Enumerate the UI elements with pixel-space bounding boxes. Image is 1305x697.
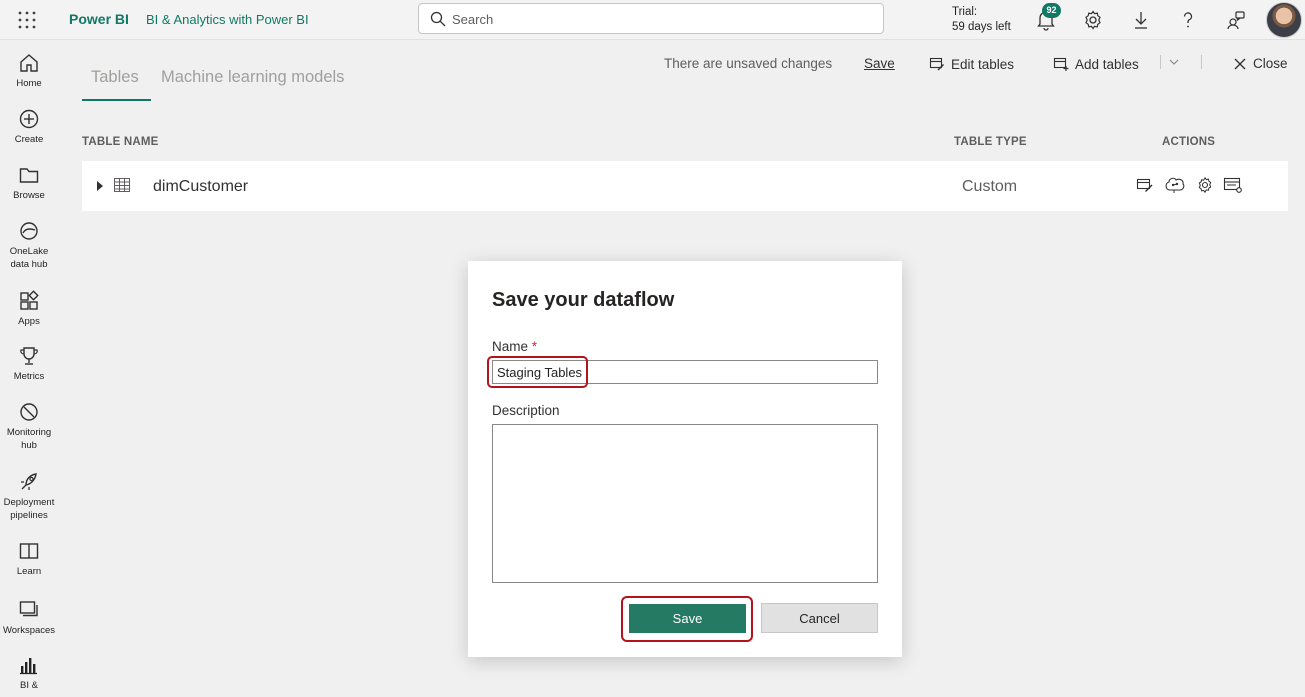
nav-item-label: Create [14, 134, 44, 145]
left-nav: Home Create Browse OneLake data hub Apps… [0, 41, 58, 697]
description-label: Description [492, 403, 560, 418]
description-field[interactable] [492, 424, 878, 583]
ai-insights-icon[interactable] [1164, 176, 1186, 194]
column-header-table-type: TABLE TYPE [954, 136, 1027, 148]
nav-item-learn[interactable]: Learn [0, 540, 58, 578]
nav-item-workspaces[interactable]: Workspaces [0, 599, 58, 637]
workspaces-icon [19, 601, 38, 617]
edit-table-icon [929, 57, 944, 71]
download-icon[interactable] [1129, 8, 1153, 32]
close-icon [1234, 58, 1246, 69]
search-icon [430, 11, 446, 27]
nav-item-metrics[interactable]: Metrics [0, 345, 58, 383]
home-icon [20, 54, 38, 72]
trial-days-left: 59 days left [952, 21, 1011, 33]
add-tables-label: Add tables [1075, 56, 1139, 72]
trophy-icon [20, 347, 38, 365]
share-feedback-icon[interactable] [1224, 8, 1248, 32]
table-icon [114, 178, 130, 192]
plus-circle-icon [19, 109, 39, 129]
add-table-icon [1053, 57, 1069, 71]
gear-icon[interactable] [1081, 8, 1105, 32]
folder-icon [19, 168, 39, 183]
brand-link[interactable]: Power BI [69, 11, 129, 27]
active-tab-indicator [82, 99, 151, 101]
search-input[interactable] [452, 9, 872, 29]
dialog-title: Save your dataflow [492, 289, 675, 311]
bar-chart-icon [20, 658, 37, 675]
properties-icon[interactable] [1223, 176, 1243, 194]
divider [1201, 55, 1202, 69]
nav-item-label: Learn [16, 566, 42, 577]
nav-item-label: BI & [20, 680, 38, 691]
column-header-actions: ACTIONS [1162, 136, 1216, 148]
table-type: Custom [962, 178, 1018, 195]
save-link[interactable]: Save [864, 56, 895, 71]
nav-item-label: Home [16, 78, 42, 89]
unsaved-changes-text: There are unsaved changes [664, 56, 833, 71]
tab-tables[interactable]: Tables [91, 68, 139, 87]
nav-item-browse[interactable]: Browse [0, 164, 58, 202]
edit-tables-button[interactable]: Edit tables [929, 56, 1014, 72]
expand-caret-icon[interactable] [97, 181, 103, 191]
top-bar: Power BI BI & Analytics with Power BI Tr… [0, 0, 1305, 40]
close-label: Close [1253, 56, 1288, 71]
nav-item-deployment-pipelines[interactable]: Deployment pipelines [0, 471, 58, 522]
search-box[interactable] [418, 3, 884, 34]
apps-icon [20, 290, 39, 310]
nav-item-onelake-data-hub[interactable]: OneLake data hub [0, 220, 58, 271]
name-label-text: Name [492, 339, 529, 354]
notification-badge: 92 [1042, 3, 1061, 18]
cancel-button[interactable]: Cancel [761, 603, 878, 633]
workspace-breadcrumb[interactable]: BI & Analytics with Power BI [146, 12, 309, 27]
column-header-table-name: TABLE NAME [82, 136, 159, 148]
nav-item-monitoring-hub[interactable]: Monitoring hub [0, 401, 58, 452]
gear-icon[interactable] [1196, 176, 1214, 194]
nav-item-apps[interactable]: Apps [0, 290, 58, 328]
trial-status[interactable]: Trial: 59 days left [952, 5, 1011, 35]
trial-label: Trial: [952, 6, 978, 18]
rocket-icon [21, 473, 37, 490]
nav-item-home[interactable]: Home [0, 52, 58, 90]
edit-table-icon[interactable] [1136, 176, 1154, 194]
add-tables-button[interactable]: Add tables [1053, 56, 1139, 72]
name-input[interactable] [493, 361, 877, 383]
name-label: Name * [492, 339, 537, 354]
nav-item-label: OneLake data hub [9, 246, 49, 270]
nav-item-label: Workspaces [2, 625, 56, 636]
nav-item-label: Deployment pipelines [3, 497, 55, 521]
book-icon [19, 543, 39, 559]
close-button[interactable]: Close [1233, 56, 1288, 71]
help-icon[interactable] [1176, 8, 1200, 32]
table-name[interactable]: dimCustomer [153, 178, 248, 196]
required-marker: * [531, 339, 538, 354]
tab-machine-learning-models[interactable]: Machine learning models [161, 68, 344, 87]
avatar[interactable] [1266, 2, 1302, 38]
nav-item-workspace-current[interactable]: BI & [0, 654, 58, 692]
onelake-icon [20, 222, 38, 240]
divider [1160, 55, 1161, 69]
chevron-down-icon[interactable] [1168, 57, 1180, 67]
save-dataflow-dialog: Save your dataflow Name * Description Sa… [468, 261, 902, 657]
edit-tables-label: Edit tables [951, 56, 1015, 72]
monitoring-icon [20, 403, 38, 421]
app-launcher-icon[interactable] [16, 9, 38, 31]
name-field[interactable] [492, 360, 878, 384]
save-button[interactable]: Save [629, 604, 746, 633]
nav-item-label: Apps [18, 316, 40, 327]
nav-item-label: Browse [13, 190, 45, 201]
nav-item-create[interactable]: Create [0, 108, 58, 146]
table-row[interactable]: dimCustomer Custom [82, 161, 1288, 211]
nav-item-label: Monitoring hub [6, 427, 52, 451]
description-textarea[interactable] [493, 425, 877, 582]
nav-item-label: Metrics [13, 371, 45, 382]
